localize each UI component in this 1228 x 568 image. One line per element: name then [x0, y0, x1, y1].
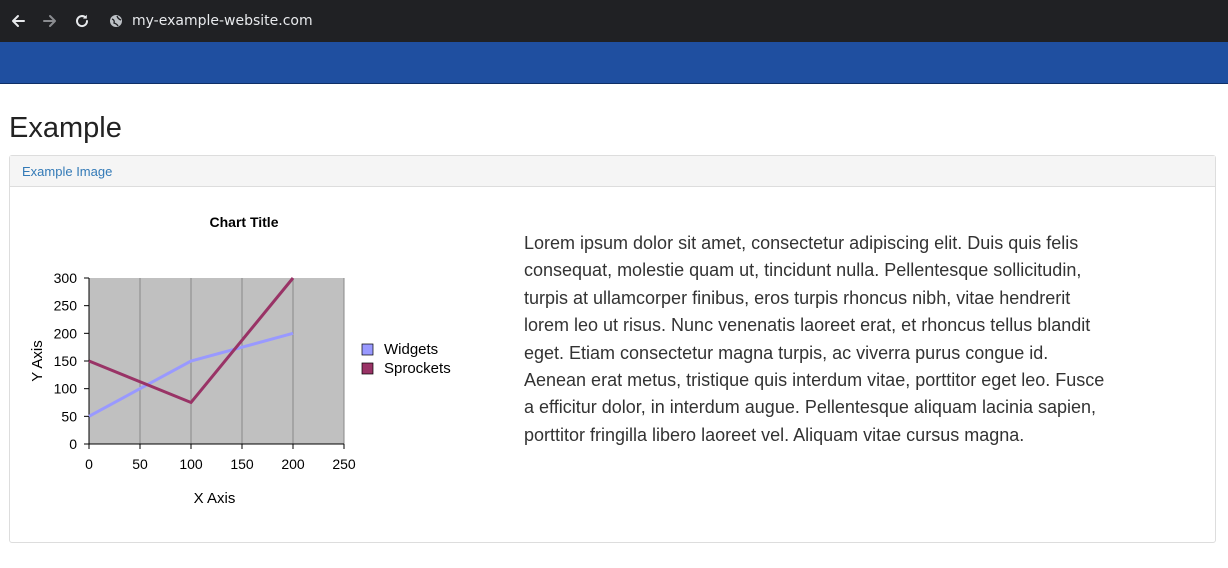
- address-bar[interactable]: my-example-website.com: [108, 6, 1208, 36]
- y-tick-label: 0: [69, 436, 77, 452]
- chart-legend: Widgets Sprockets: [361, 341, 451, 377]
- x-tick-label: 50: [132, 456, 148, 472]
- y-tick-label: 300: [54, 270, 78, 286]
- forward-button[interactable]: [38, 9, 62, 33]
- y-tick-label: 150: [54, 353, 78, 369]
- legend-label-sprockets: Sprockets: [384, 360, 451, 377]
- forward-arrow-icon: [43, 15, 56, 27]
- x-tick-label: 250: [332, 456, 356, 472]
- site-header-bar: [0, 42, 1228, 84]
- x-tick-label: 150: [230, 456, 254, 472]
- x-tick-label: 100: [179, 456, 203, 472]
- back-button[interactable]: [6, 9, 30, 33]
- reload-icon: [76, 14, 89, 28]
- body-paragraph: Lorem ipsum dolor sit amet, consectetur …: [524, 233, 1105, 445]
- url-text: my-example-website.com: [132, 13, 313, 29]
- y-axis-label: Y Axis: [29, 340, 46, 381]
- legend-label-widgets: Widgets: [384, 341, 438, 358]
- site-info-icon[interactable]: [108, 13, 124, 29]
- y-tick-label: 50: [61, 408, 77, 424]
- chart-title: Chart Title: [210, 214, 279, 230]
- legend-swatch-sprockets: [361, 362, 374, 375]
- x-tick-label: 0: [85, 456, 93, 472]
- line-chart: Chart Title 0 50 100 150 200 250 300 0 50 100 150 2…: [29, 214, 451, 507]
- back-arrow-icon: [12, 15, 25, 27]
- plot-area: [89, 278, 344, 444]
- browser-toolbar: my-example-website.com: [0, 0, 1228, 42]
- x-axis-label: X Axis: [194, 490, 236, 507]
- content-panel: Example Image Chart Title 0 50 100 150 200 25…: [9, 155, 1216, 543]
- reload-button[interactable]: [70, 9, 94, 33]
- y-tick-label: 100: [54, 381, 78, 397]
- x-tick-label: 200: [281, 456, 305, 472]
- y-tick-label: 250: [54, 298, 78, 314]
- panel-heading-link[interactable]: Example Image: [22, 164, 112, 179]
- y-tick-label: 200: [54, 325, 78, 341]
- legend-swatch-widgets: [361, 343, 374, 356]
- page-title: Example: [9, 112, 122, 144]
- panel-heading: Example Image: [10, 156, 1215, 187]
